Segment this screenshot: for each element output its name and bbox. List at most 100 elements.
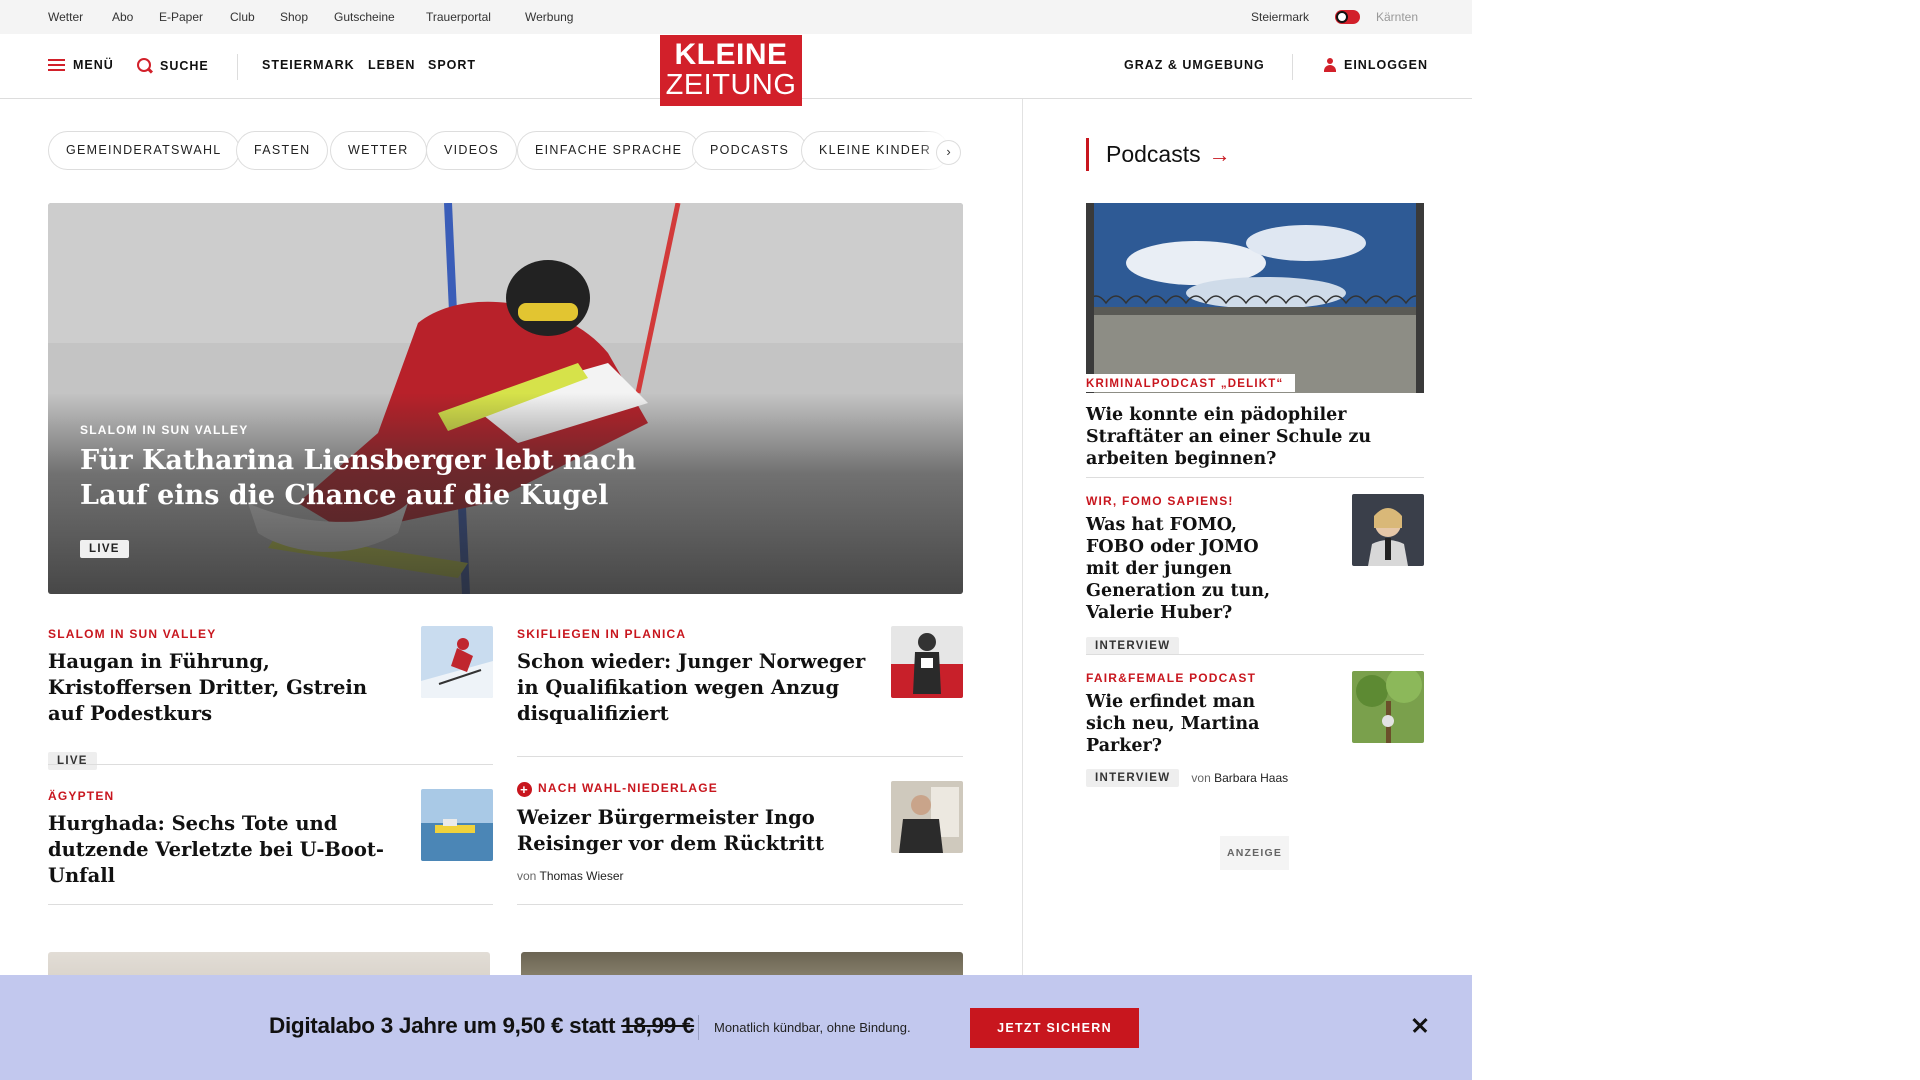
location-button[interactable]: GRAZ & UMGEBUNG [1124, 58, 1265, 72]
hero-kicker: SLALOM IN SUN VALLEY [80, 423, 249, 437]
podcast-thumbnail[interactable] [1352, 494, 1424, 566]
plus-circle-icon: + [517, 782, 532, 797]
search-label: SUCHE [160, 58, 209, 73]
arrow-right-icon: → [1208, 142, 1231, 167]
topic-chips: GEMEINDERATSWAHL FASTEN WETTER VIDEOS EI… [48, 131, 964, 171]
byline-author[interactable]: Thomas Wieser [539, 869, 623, 883]
chip-wetter[interactable]: WETTER [330, 131, 427, 170]
nav-steiermark[interactable]: STEIERMARK [262, 58, 355, 72]
topbar-link-shop[interactable]: Shop [280, 10, 308, 24]
podcast-kicker: WIR, FOMO SAPIENS! [1086, 494, 1234, 508]
topbar-link-wetter[interactable]: Wetter [48, 10, 83, 24]
subscribe-button[interactable]: JETZT SICHERN [970, 1008, 1139, 1048]
header-divider [237, 54, 238, 80]
article-teaser[interactable]: SKIFLIEGEN IN PLANICA Schon wieder: Jung… [517, 627, 877, 727]
podcast-teaser[interactable]: WIR, FOMO SAPIENS! Was hat FOMO, FOBO od… [1086, 494, 1286, 655]
subscription-banner: Digitalabo 3 Jahre um 9,50 € statt 18,99… [0, 975, 1472, 1080]
podcast-meta: INTERVIEW von Barbara Haas [1086, 769, 1424, 787]
login-label: EINLOGGEN [1344, 58, 1429, 72]
menu-label: MENÜ [73, 58, 114, 72]
live-badge: LIVE [80, 540, 129, 558]
chip-gemeinderatswahl[interactable]: GEMEINDERATSWAHL [48, 131, 240, 170]
column-divider [1022, 99, 1023, 979]
hero-article[interactable]: SLALOM IN SUN VALLEY Für Katharina Liens… [48, 203, 963, 594]
podcasts-title-label: Podcasts [1106, 141, 1201, 167]
search-icon [137, 58, 152, 73]
topbar-link-club[interactable]: Club [230, 10, 255, 24]
byline-author[interactable]: Barbara Haas [1214, 771, 1288, 785]
article-kicker-row: + NACH WAHL-NIEDERLAGE [517, 781, 877, 797]
article-thumbnail[interactable] [891, 781, 963, 853]
byline-prefix: von [517, 869, 537, 883]
divider [1086, 654, 1424, 655]
close-icon[interactable] [1408, 1013, 1432, 1037]
article-thumbnail[interactable] [421, 626, 493, 698]
article-teaser[interactable]: ÄGYPTEN Hurghada: Sechs Tote und dutzend… [48, 789, 408, 889]
topbar-link-abo[interactable]: Abo [112, 10, 133, 24]
article-teaser[interactable]: SLALOM IN SUN VALLEY Haugan in Führung, … [48, 627, 408, 770]
site-logo[interactable]: KLEINE ZEITUNG [660, 35, 802, 106]
article-title[interactable]: Hurghada: Sechs Tote und dutzende Verlet… [48, 811, 408, 889]
region-toggle[interactable] [1335, 10, 1360, 24]
divider [1086, 477, 1424, 478]
divider [517, 904, 963, 905]
article-kicker: NACH WAHL-NIEDERLAGE [538, 781, 718, 795]
podcast-feature-title[interactable]: Wie konnte ein pädophiler Straftäter an … [1086, 404, 1424, 470]
ad-label: ANZEIGE [1220, 836, 1289, 870]
search-button[interactable]: SUCHE [137, 58, 209, 73]
article-thumbnail[interactable] [891, 626, 963, 698]
podcast-feature-tag: KRIMINALPODCAST „DELIKT“ [1086, 374, 1296, 392]
byline-prefix: von [1191, 771, 1211, 785]
divider [517, 756, 963, 757]
chip-videos[interactable]: VIDEOS [426, 131, 518, 170]
interview-badge: INTERVIEW [1086, 637, 1180, 655]
podcast-thumbnail[interactable] [1352, 671, 1424, 743]
page: Wetter Abo E-Paper Club Shop Gutscheine … [0, 0, 1472, 1080]
empty-gutter [1472, 0, 1920, 1080]
menu-button[interactable]: MENÜ [48, 58, 114, 72]
banner-divider [698, 1015, 699, 1040]
divider [48, 764, 493, 765]
chip-einfache-sprache[interactable]: EINFACHE SPRACHE [517, 131, 701, 170]
chip-podcasts[interactable]: PODCASTS [692, 131, 808, 170]
banner-old-price: 18,99 € [621, 1013, 695, 1038]
chips-next-button[interactable]: › [936, 140, 961, 165]
article-kicker: SKIFLIEGEN IN PLANICA [517, 627, 687, 641]
podcasts-section-title[interactable]: Podcasts → [1086, 138, 1231, 171]
banner-offer-text: Digitalabo 3 Jahre um 9,50 € statt [269, 1013, 616, 1038]
header-divider [1292, 54, 1293, 80]
logo-line-1: KLEINE [674, 38, 788, 71]
article-title[interactable]: Haugan in Führung, Kristoffersen Dritter… [48, 649, 408, 727]
topbar-link-trauerportal[interactable]: Trauerportal [426, 10, 491, 24]
podcast-feature-teaser[interactable]: Wie konnte ein pädophiler Straftäter an … [1086, 398, 1424, 470]
topbar-link-epaper[interactable]: E-Paper [159, 10, 203, 24]
article-kicker: ÄGYPTEN [48, 789, 115, 803]
podcast-byline: von Barbara Haas [1191, 771, 1288, 785]
chip-fasten[interactable]: FASTEN [236, 131, 329, 170]
banner-subtext: Monatlich kündbar, ohne Bindung. [714, 1020, 911, 1035]
live-badge: LIVE [48, 752, 97, 770]
region-kaernten[interactable]: Kärnten [1376, 10, 1418, 24]
article-teaser[interactable]: + NACH WAHL-NIEDERLAGE Weizer Bürgermeist… [517, 781, 877, 883]
topbar-link-gutscheine[interactable]: Gutscheine [334, 10, 395, 24]
article-title[interactable]: Schon wieder: Junger Norweger in Qualifi… [517, 649, 877, 727]
user-icon [1324, 58, 1336, 72]
article-byline: von Thomas Wieser [517, 869, 877, 883]
region-steiermark[interactable]: Steiermark [1251, 10, 1309, 24]
hero-title[interactable]: Für Katharina Liensberger lebt nach Lauf… [80, 443, 640, 513]
article-thumbnail[interactable] [421, 789, 493, 861]
nav-sport[interactable]: SPORT [428, 58, 476, 72]
article-kicker: SLALOM IN SUN VALLEY [48, 627, 217, 641]
article-title[interactable]: Weizer Bürgermeister Ingo Reisinger vor … [517, 805, 877, 857]
podcast-feature-image[interactable] [1086, 203, 1424, 393]
podcast-title[interactable]: Wie erfindet man sich neu, Martina Parke… [1086, 691, 1286, 757]
top-service-bar: Wetter Abo E-Paper Club Shop Gutscheine … [0, 0, 1472, 34]
banner-offer: Digitalabo 3 Jahre um 9,50 € statt 18,99… [269, 1013, 694, 1039]
nav-leben[interactable]: LEBEN [368, 58, 415, 72]
topbar-link-werbung[interactable]: Werbung [525, 10, 573, 24]
hamburger-icon [48, 58, 65, 72]
logo-line-2: ZEITUNG [665, 69, 797, 101]
divider [48, 904, 493, 905]
login-button[interactable]: EINLOGGEN [1324, 58, 1428, 72]
podcast-title[interactable]: Was hat FOMO, FOBO oder JOMO mit der jun… [1086, 514, 1286, 624]
